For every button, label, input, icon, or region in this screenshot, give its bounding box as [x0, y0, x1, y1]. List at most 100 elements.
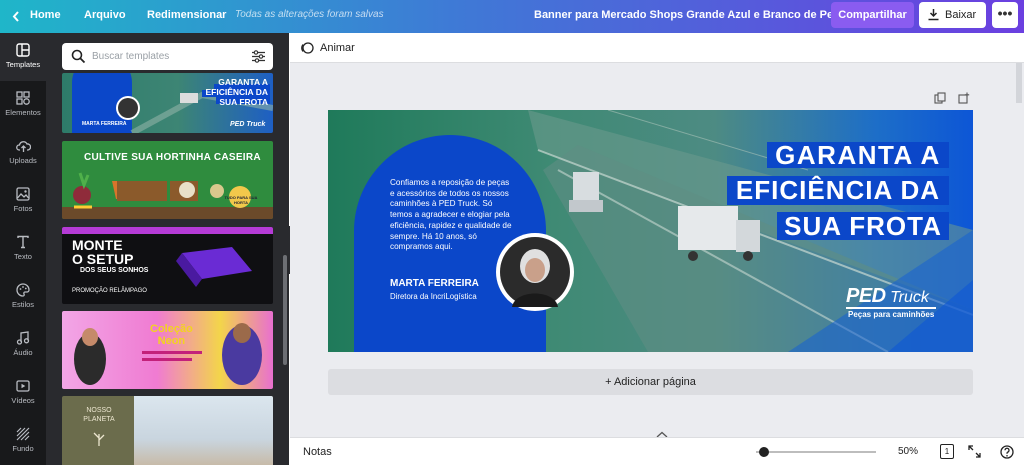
rail-label-background: Fundo: [12, 444, 34, 453]
template-truck-line-1: GARANTA A: [218, 77, 268, 87]
template-garden-badge: TUDO PARA SUA HORTA: [224, 195, 258, 205]
truck-far: [569, 172, 603, 212]
fullscreen-icon[interactable]: [968, 445, 981, 458]
download-button[interactable]: Baixar: [919, 2, 986, 28]
search-input[interactable]: Buscar templates: [92, 51, 169, 62]
template-thumb-planet[interactable]: NOSSO PLANETA: [62, 396, 273, 465]
top-bar: Home Arquivo Redimensionar Todas as alte…: [0, 0, 1024, 33]
rail-item-styles[interactable]: Estilos: [0, 273, 46, 321]
headline-line-1: GARANTA A: [767, 142, 949, 168]
download-label: Baixar: [945, 9, 977, 21]
template-neon-line-1: Coleção: [150, 323, 193, 335]
avatar: [496, 233, 574, 311]
brand-logo: PED Truck: [846, 285, 936, 309]
template-neon-line-2: Neon: [157, 335, 186, 347]
document-title[interactable]: Banner para Mercado Shops Grande Azul e …: [534, 9, 861, 21]
upload-icon: [15, 141, 31, 152]
template-search[interactable]: Buscar templates: [62, 43, 273, 70]
templates-panel: Buscar templates GARANTA A EFICIÊNCIA DA…: [46, 33, 289, 465]
animate-icon: [301, 42, 314, 54]
template-game-promo: PROMOÇÃO RELÂMPAGO: [72, 288, 147, 294]
zoom-slider[interactable]: [756, 447, 876, 457]
template-thumb-garden[interactable]: CULTIVE SUA HORTINHA CASEIRA TUDO PARA S…: [62, 141, 273, 219]
templates-icon: [16, 43, 30, 57]
template-truck-person: MARTA FERREIRA: [82, 121, 127, 127]
template-game-line-1: MONTE: [72, 237, 123, 253]
rail-label-uploads: Uploads: [9, 156, 37, 165]
filter-icon[interactable]: [251, 49, 266, 64]
search-icon: [71, 49, 86, 64]
template-planet-line-2: PLANETA: [83, 416, 115, 423]
testimonial-name: MARTA FERREIRA: [390, 278, 479, 289]
rail-label-styles: Estilos: [11, 300, 35, 309]
editor-scrollbar-track: [1016, 63, 1022, 103]
template-garden-art: [62, 172, 273, 219]
palette-icon: [16, 283, 30, 297]
more-options-button[interactable]: •••: [992, 2, 1018, 28]
template-truck-brand: PED Truck: [230, 121, 266, 128]
brand-tagline: Peças para caminhões: [848, 310, 935, 319]
file-menu[interactable]: Arquivo: [84, 9, 126, 21]
side-rail: Templates Elementos Uploads Fotos Texto …: [0, 33, 46, 465]
background-icon: [16, 427, 30, 441]
video-icon: [16, 380, 30, 392]
photo-icon: [16, 187, 30, 201]
zoom-slider-knob[interactable]: [759, 447, 769, 457]
download-icon: [928, 9, 939, 21]
headline-line-2: EFICIÊNCIA DA: [727, 176, 949, 205]
design-canvas[interactable]: Confiamos a reposição de peças e acessór…: [328, 110, 973, 352]
add-page-button[interactable]: + Adicionar página: [328, 369, 973, 395]
rail-label-videos: Vídeos: [11, 396, 35, 405]
music-icon: [16, 331, 30, 345]
rail-item-audio[interactable]: Áudio: [0, 321, 46, 369]
panel-scrollbar[interactable]: [283, 255, 287, 365]
template-truck-headline: GARANTA A EFICIÊNCIA DA SUA FROTA: [198, 77, 269, 107]
brand-logo-underline: [846, 307, 936, 309]
rail-item-elements[interactable]: Elementos: [0, 81, 46, 129]
testimonial-text: Confiamos a reposição de peças e acessór…: [390, 178, 512, 252]
template-thumb-truck[interactable]: GARANTA A EFICIÊNCIA DA SUA FROTA MARTA …: [62, 73, 273, 133]
template-truck-line-3: SUA FROTA: [219, 97, 268, 107]
page-count: 1: [944, 447, 950, 456]
template-game-headline: MONTE O SETUP: [72, 238, 133, 266]
brand-logo-truck: Truck: [890, 289, 929, 306]
template-truck-line-2: EFICIÊNCIA DA: [205, 87, 269, 97]
share-button[interactable]: Compartilhar: [831, 2, 914, 28]
headline-line-3: SUA FROTA: [777, 212, 949, 240]
rail-item-photos[interactable]: Fotos: [0, 177, 46, 225]
rail-label-text: Texto: [14, 252, 32, 261]
add-page-icon[interactable]: [958, 92, 970, 104]
editor-area: Animar Confiamos a reposição de peças e …: [290, 33, 1024, 465]
text-icon: [17, 235, 29, 249]
template-thumb-neon[interactable]: Coleção Neon: [62, 311, 273, 389]
elements-icon: [16, 91, 30, 105]
page-count-button[interactable]: 1: [940, 444, 954, 459]
animate-button[interactable]: Animar: [320, 42, 355, 54]
rail-label-elements: Elementos: [5, 108, 41, 117]
portrait-photo: [500, 237, 570, 307]
rail-item-background[interactable]: Fundo: [0, 417, 46, 465]
zoom-level[interactable]: 50%: [898, 446, 918, 457]
bottom-bar: Notas 50% 1: [290, 437, 1024, 465]
template-game-subtitle: DOS SEUS SONHOS: [80, 267, 149, 274]
notes-button[interactable]: Notas: [303, 446, 332, 458]
leaf-icon: [93, 432, 105, 446]
template-planet-right: [134, 396, 273, 465]
template-planet-headline: NOSSO PLANETA: [76, 406, 122, 424]
rail-label-templates: Templates: [5, 60, 41, 69]
rail-item-text[interactable]: Texto: [0, 225, 46, 273]
rail-label-audio: Áudio: [13, 348, 33, 357]
rail-item-uploads[interactable]: Uploads: [0, 129, 46, 177]
home-button[interactable]: Home: [30, 9, 61, 21]
chevron-left-icon[interactable]: [12, 11, 20, 22]
rail-item-videos[interactable]: Vídeos: [0, 369, 46, 417]
template-thumb-game[interactable]: MONTE O SETUP DOS SEUS SONHOS PROMOÇÃO R…: [62, 227, 273, 304]
testimonial-role: Diretora da IncriLogística: [390, 292, 477, 301]
help-icon[interactable]: [1000, 445, 1014, 459]
resize-menu[interactable]: Redimensionar: [147, 9, 226, 21]
save-status: Todas as alterações foram salvas: [235, 9, 384, 20]
rail-item-templates[interactable]: Templates: [0, 33, 46, 81]
copy-page-icon[interactable]: [934, 92, 946, 104]
template-game-line-2: O SETUP: [72, 251, 134, 267]
rail-label-photos: Fotos: [13, 204, 33, 213]
